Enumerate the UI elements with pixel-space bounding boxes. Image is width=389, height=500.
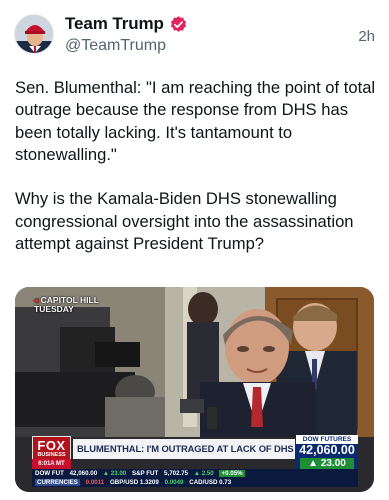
ticker-right-change: +0.05% [219,470,245,477]
avatar[interactable] [14,14,54,54]
dow-futures-box: DOW FUTURES 42,060.00 ▲ 23.00 [296,435,358,471]
tweet-media[interactable]: ◂ CAPITOL HILL TUESDAY FOX BUSINESS 6:01… [15,287,374,492]
ticker-currencies-label: CURRENCIES [35,479,80,486]
dow-futures-value: 42,060.00 [299,443,355,457]
market-ticker: DOW FUT 42,060.00 ▲ 23.00 S&P FUT 5,702.… [32,469,358,478]
chyron-headline: BLUMENTHAL: I'M OUTRAGED AT LACK OF DHS … [73,439,295,459]
tweet-header: Team Trump @TeamTrump 2h [14,12,375,58]
ticker-dow-value: 42,060.00 [69,470,98,477]
tweet-text: Sen. Blumenthal: "I am reaching the poin… [15,78,376,254]
currency-ticker: CURRENCIES 0.0011 GBP/USD 1.3209 0.0049 … [32,478,358,487]
ticker-c4: CAD/USD 0.73 [189,479,232,486]
ticker-sp-value: 5,702.75 [164,470,189,477]
ticker-sp-change: ▲ 2.50 [193,470,214,477]
time-chip: 6:01A MT [32,459,71,469]
ticker-c3-value: 0.0049 [164,479,184,486]
bug-line-2: TUESDAY [34,304,74,314]
avatar-image [15,15,53,53]
location-bug: ◂ CAPITOL HILL TUESDAY [34,296,99,314]
network-logo-text: FOX [37,438,66,453]
ticker-dow-change: ▲ 23.00 [102,470,127,477]
network-logo-sub: BUSINESS [37,452,66,458]
ticker-dow-label: DOW FUT [35,470,64,477]
timestamp[interactable]: 2h [358,28,375,45]
ticker-sp-label: S&P FUT [131,470,159,477]
display-name[interactable]: Team Trump [65,14,164,34]
ticker-c1-value: 0.0011 [85,479,105,486]
verified-badge-icon [169,15,188,34]
handle[interactable]: @TeamTrump [65,37,166,55]
ticker-c2: GBP/USD 1.3209 [109,479,159,486]
name-row: Team Trump [65,14,188,34]
